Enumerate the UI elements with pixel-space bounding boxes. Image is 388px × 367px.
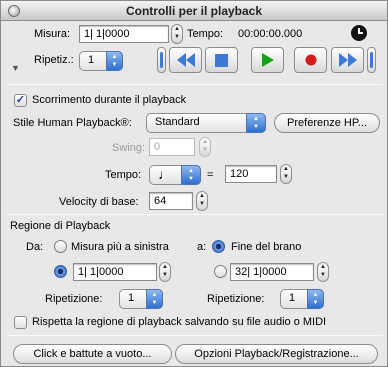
from-measure-stepper[interactable]: ▲ ▼ xyxy=(159,262,171,282)
to-measure-field[interactable]: 32| 1|0000 xyxy=(230,263,314,281)
tempo-note-popup[interactable]: ♩ ▲ ▼ xyxy=(149,165,201,185)
from-leftmost-label[interactable]: Misura più a sinistra xyxy=(71,241,169,253)
fast-forward-button[interactable] xyxy=(331,47,364,73)
go-to-start-button[interactable] xyxy=(157,47,166,73)
repeat-label: Ripetiz.: xyxy=(34,54,74,66)
separator xyxy=(7,84,383,85)
chevron-updown-icon: ▲ ▼ xyxy=(106,51,123,71)
human-playback-popup[interactable]: Standard ▲ ▼ xyxy=(146,113,266,133)
respect-region-label[interactable]: Rispetta la regione di playback salvando… xyxy=(32,316,326,328)
play-icon xyxy=(261,53,274,67)
scroll-label[interactable]: Scorrimento durante il playback xyxy=(32,94,186,106)
position-stepper[interactable]: ▲ ▼ xyxy=(171,24,183,44)
chevron-updown-icon: ▲ ▼ xyxy=(181,165,201,185)
from-repeat-label: Ripetizione: xyxy=(45,293,103,305)
record-button[interactable] xyxy=(294,47,327,73)
region-to-label: a: xyxy=(197,241,207,253)
repeat-value: 1 xyxy=(88,54,95,66)
velocity-label: Velocity di base: xyxy=(59,196,139,208)
position-label: Misura: xyxy=(34,28,71,40)
to-repeat-value: 1 xyxy=(289,292,296,304)
region-from-label: Da: xyxy=(26,241,44,253)
rewind-icon xyxy=(176,53,195,67)
separator xyxy=(7,214,383,215)
swing-label: Swing: xyxy=(112,142,146,154)
from-repeat-value: 1 xyxy=(128,292,135,304)
from-measure-field[interactable]: 1| 1|0000 xyxy=(73,263,157,281)
chevron-updown-icon: ▲ ▼ xyxy=(146,289,163,309)
tempo-field[interactable]: 120 xyxy=(225,165,277,183)
bar-icon xyxy=(370,52,373,68)
chevron-updown-icon: ▲ ▼ xyxy=(307,289,324,309)
click-countin-button[interactable]: Click e battute a vuoto... xyxy=(13,344,172,364)
playback-controls-window: Controlli per il playback Misura: 1| 1|0… xyxy=(0,0,388,367)
hp-preferences-button[interactable]: Preferenze HP... xyxy=(274,113,380,133)
from-repeat-popup[interactable]: 1 ▲ ▼ xyxy=(119,289,163,309)
position-field[interactable]: 1| 1|0000 xyxy=(79,25,169,43)
region-heading: Regione di Playback xyxy=(10,220,111,232)
clock-icon[interactable] xyxy=(351,25,367,41)
to-measure-stepper[interactable]: ▲ ▼ xyxy=(317,262,329,282)
fast-forward-icon xyxy=(338,53,357,67)
stop-button[interactable] xyxy=(205,47,238,73)
window-title: Controlli per il playback xyxy=(125,4,263,18)
quarter-note-icon: ♩ xyxy=(158,166,172,182)
separator xyxy=(7,335,383,336)
velocity-stepper[interactable]: ▲ ▼ xyxy=(196,191,208,211)
to-measure-radio[interactable] xyxy=(214,265,227,278)
scroll-checkbox[interactable]: ✓ xyxy=(14,94,27,107)
repeat-popup[interactable]: 1 ▲ ▼ xyxy=(79,51,123,71)
swing-stepper: ▲ ▼ xyxy=(199,137,211,157)
from-leftmost-radio[interactable] xyxy=(54,240,67,253)
rewind-button[interactable] xyxy=(169,47,202,73)
to-repeat-popup[interactable]: 1 ▲ ▼ xyxy=(280,289,324,309)
disclosure-triangle-icon[interactable]: ▼ xyxy=(11,63,20,73)
stop-icon xyxy=(215,53,228,67)
respect-region-checkbox[interactable] xyxy=(14,316,27,329)
tempo-equals: = xyxy=(207,169,214,181)
chevron-updown-icon: ▲ ▼ xyxy=(246,113,266,133)
playback-options-button[interactable]: Opzioni Playback/Registrazione... xyxy=(175,344,378,364)
velocity-field[interactable]: 64 xyxy=(149,192,193,210)
title-bar[interactable]: Controlli per il playback xyxy=(1,1,387,21)
tempo-label: Tempo: xyxy=(105,169,142,181)
to-end-label[interactable]: Fine del brano xyxy=(231,241,301,253)
time-label: Tempo: xyxy=(187,28,224,40)
tempo-stepper[interactable]: ▲ ▼ xyxy=(280,164,292,184)
swing-field: 0 xyxy=(149,138,195,156)
human-playback-label: Stile Human Playback®: xyxy=(13,117,132,129)
to-end-radio[interactable] xyxy=(212,240,225,253)
record-icon xyxy=(305,54,316,66)
go-to-end-button[interactable] xyxy=(367,47,376,73)
play-button[interactable] xyxy=(251,47,284,73)
time-value: 00:00:00.000 xyxy=(238,28,303,40)
from-measure-radio[interactable] xyxy=(54,265,67,278)
to-repeat-label: Ripetizione: xyxy=(207,293,265,305)
human-playback-value: Standard xyxy=(155,116,200,128)
bar-icon xyxy=(160,52,163,68)
